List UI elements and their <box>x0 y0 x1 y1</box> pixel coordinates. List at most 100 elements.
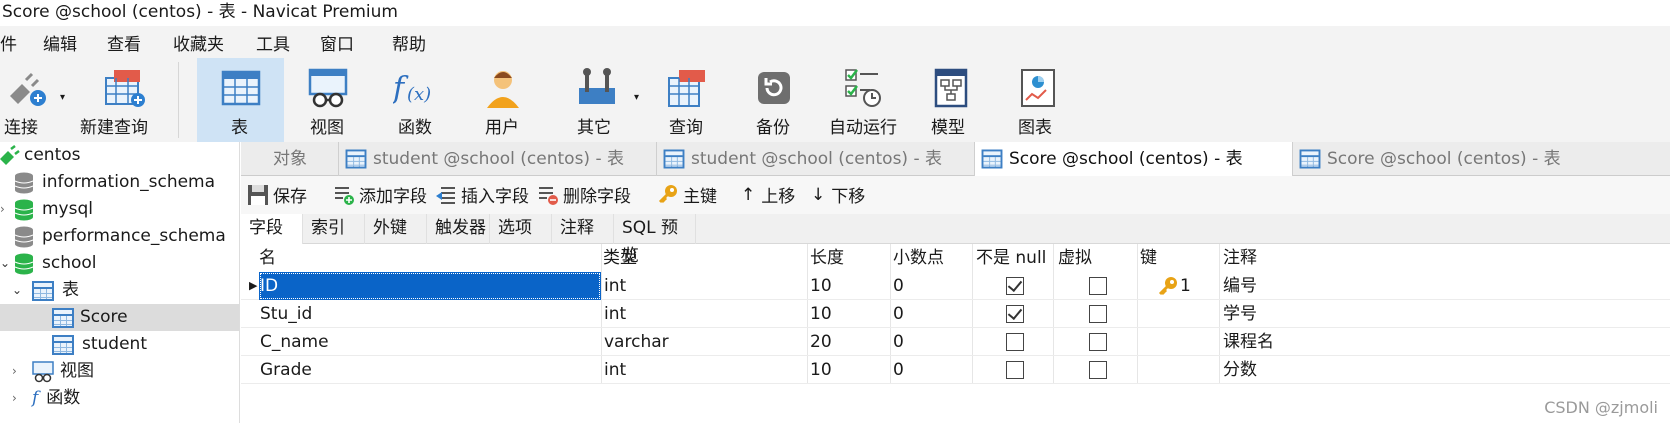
tab-student-2[interactable]: student @school (centos) - 表 <box>657 142 975 176</box>
tab-score-active[interactable]: Score @school (centos) - 表 <box>975 142 1293 176</box>
cell-decimal[interactable]: 0 <box>893 328 904 356</box>
chevron-down-icon[interactable]: ⌄ <box>0 250 14 277</box>
col-header-not-null[interactable]: 不是 null <box>976 244 1046 272</box>
toolbar-separator <box>178 62 179 138</box>
subtab-comment[interactable]: 注释 <box>552 214 614 244</box>
cell-length[interactable]: 10 <box>810 300 832 328</box>
cell-comment[interactable]: 学号 <box>1223 300 1257 328</box>
tree-table-student[interactable]: student <box>52 331 147 358</box>
col-header-virtual[interactable]: 虚拟 <box>1058 244 1092 272</box>
subtab-indexes[interactable]: 索引 <box>303 214 365 244</box>
backup-button[interactable]: 备份 <box>752 58 796 142</box>
query-button[interactable]: 查询 <box>665 58 709 142</box>
database-icon <box>14 199 34 220</box>
chevron-right-icon[interactable]: › <box>12 385 32 412</box>
cell-type[interactable]: int <box>604 272 626 300</box>
cell-type[interactable]: int <box>604 300 626 328</box>
insert-field-button[interactable]: 插入字段 <box>435 182 529 207</box>
tab-student-1[interactable]: student @school (centos) - 表 <box>339 142 657 176</box>
chevron-right-icon[interactable]: › <box>0 196 14 223</box>
table-row[interactable]: C_name varchar 20 0 课程名 <box>241 328 1670 356</box>
cell-name[interactable]: ID <box>259 272 601 300</box>
tree-db-mysql[interactable]: › mysql <box>0 196 93 223</box>
move-down-button[interactable]: ↓ 下移 <box>811 182 865 208</box>
cell-name[interactable]: C_name <box>260 328 329 356</box>
table-button[interactable]: 表 <box>197 58 284 142</box>
add-field-icon <box>335 186 354 205</box>
table-row[interactable]: Stu_id int 10 0 学号 <box>241 300 1670 328</box>
chevron-down-icon[interactable]: ⌄ <box>12 277 32 304</box>
not-null-checkbox[interactable] <box>1006 361 1024 379</box>
menu-tools[interactable]: 工具 <box>256 30 320 55</box>
subtab-foreign-keys[interactable]: 外键 <box>365 214 427 244</box>
delete-field-button[interactable]: 删除字段 <box>537 182 631 207</box>
add-field-button[interactable]: 添加字段 <box>333 182 427 207</box>
menu-window[interactable]: 窗口 <box>320 30 392 55</box>
chart-button[interactable]: 图表 <box>1016 58 1060 142</box>
automation-button[interactable]: 自动运行 <box>829 58 897 142</box>
virtual-checkbox[interactable] <box>1089 333 1107 351</box>
connect-dropdown-icon[interactable]: ▾ <box>60 92 65 103</box>
subtab-fields[interactable]: 字段 <box>241 214 303 244</box>
tree-tables-group[interactable]: ⌄ 表 <box>12 277 79 304</box>
menu-favorites[interactable]: 收藏夹 <box>173 30 256 55</box>
col-header-length[interactable]: 长度 <box>810 244 844 272</box>
cell-comment[interactable]: 编号 <box>1223 272 1257 300</box>
virtual-checkbox[interactable] <box>1089 305 1107 323</box>
subtab-sql-preview[interactable]: SQL 预览 <box>614 214 696 266</box>
menu-help[interactable]: 帮助 <box>392 30 442 55</box>
cell-comment[interactable]: 课程名 <box>1223 328 1274 356</box>
virtual-checkbox[interactable] <box>1089 277 1107 295</box>
tree-functions-group[interactable]: › f 函数 <box>12 385 80 412</box>
menu-view[interactable]: 查看 <box>107 30 173 55</box>
tab-score-2[interactable]: Score @school (centos) - 表 <box>1293 142 1670 176</box>
col-header-key[interactable]: 键 <box>1140 244 1157 272</box>
function-button[interactable]: f (x) 函数 <box>391 58 437 142</box>
col-header-decimal[interactable]: 小数点 <box>893 244 944 272</box>
subtab-options[interactable]: 选项 <box>490 214 552 244</box>
view-button[interactable]: 视图 <box>303 58 353 142</box>
virtual-checkbox[interactable] <box>1089 361 1107 379</box>
cell-type[interactable]: varchar <box>604 328 669 356</box>
col-header-comment[interactable]: 注释 <box>1223 244 1257 272</box>
menu-edit[interactable]: 编辑 <box>43 30 107 55</box>
chevron-right-icon[interactable]: › <box>12 358 32 385</box>
tree-db-performance-schema[interactable]: performance_schema <box>14 223 226 250</box>
col-header-name[interactable]: 名 <box>259 244 276 272</box>
not-null-checkbox[interactable] <box>1006 333 1024 351</box>
tree-db-school[interactable]: ⌄ school <box>0 250 97 277</box>
cell-length[interactable]: 20 <box>810 328 832 356</box>
tree-connection[interactable]: centos <box>0 142 81 169</box>
cell-decimal[interactable]: 0 <box>893 300 904 328</box>
cell-decimal[interactable]: 0 <box>893 272 904 300</box>
tools-icon <box>575 66 619 110</box>
tab-objects[interactable]: 对象 <box>241 142 339 176</box>
other-button[interactable]: 其它 <box>575 58 619 142</box>
model-button[interactable]: 模型 <box>930 58 974 142</box>
cell-decimal[interactable]: 0 <box>893 356 904 384</box>
primary-key-button[interactable]: 主键 <box>657 182 717 207</box>
menu-file[interactable]: 件 <box>0 30 43 55</box>
tree-db-information-schema[interactable]: information_schema <box>14 169 215 196</box>
cell-name[interactable]: Grade <box>260 356 312 384</box>
user-button[interactable]: 用户 <box>481 58 525 142</box>
table-row[interactable]: ▶ ID int 10 0 1 编号 <box>241 272 1670 300</box>
plug-icon <box>4 66 48 110</box>
tree-table-score[interactable]: Score <box>0 304 239 331</box>
col-header-type[interactable]: 类型 <box>603 244 637 272</box>
cell-comment[interactable]: 分数 <box>1223 356 1257 384</box>
subtab-triggers[interactable]: 触发器 <box>427 214 490 244</box>
cell-type[interactable]: int <box>604 356 626 384</box>
table-row[interactable]: Grade int 10 0 分数 <box>241 356 1670 384</box>
cell-name[interactable]: Stu_id <box>260 300 312 328</box>
not-null-checkbox[interactable] <box>1006 305 1024 323</box>
cell-length[interactable]: 10 <box>810 356 832 384</box>
tree-views-group[interactable]: › 视图 <box>12 358 94 385</box>
move-up-button[interactable]: ↑ 上移 <box>741 182 795 208</box>
connect-button[interactable]: 连接 <box>0 58 52 142</box>
new-query-button[interactable]: 新建查询 <box>76 58 172 142</box>
save-button[interactable]: 保存 <box>247 182 307 207</box>
not-null-checkbox[interactable] <box>1006 277 1024 295</box>
cell-length[interactable]: 10 <box>810 272 832 300</box>
other-dropdown-icon[interactable]: ▾ <box>634 92 639 103</box>
